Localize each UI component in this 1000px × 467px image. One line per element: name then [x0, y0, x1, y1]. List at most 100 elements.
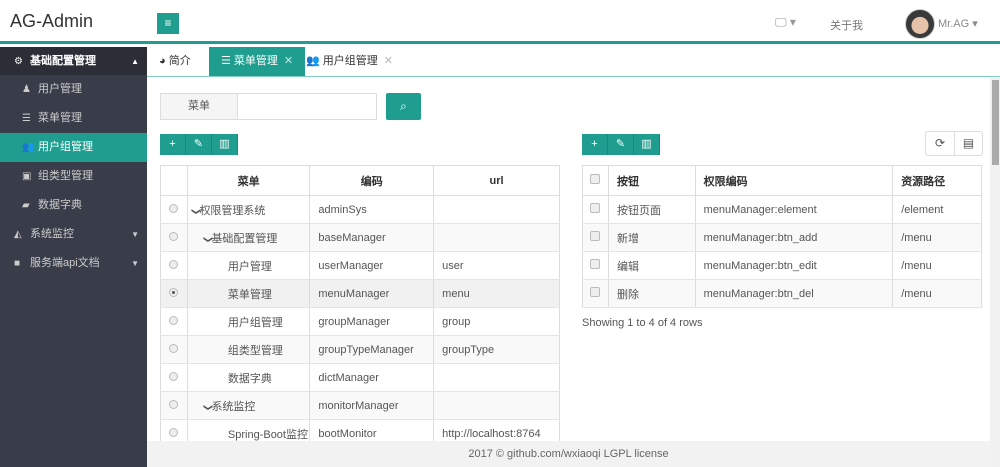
tab-label: 简介 — [168, 55, 191, 67]
row-radio[interactable] — [160, 391, 188, 420]
table-row[interactable]: 数据字典 dictManager — [160, 363, 560, 392]
app-logo[interactable]: AG-Admin — [10, 11, 93, 32]
sidebar-item-label: 用户管理 — [38, 83, 82, 95]
tab-group-manage[interactable]: 👥 用户组管理 ✕ — [294, 47, 405, 76]
columns-button[interactable]: ▤ — [954, 132, 982, 155]
menu-name-cell: 菜单管理 — [186, 279, 310, 308]
row-radio[interactable] — [160, 223, 188, 252]
col-menu: 菜单 — [186, 165, 310, 196]
menu-code-cell: baseManager — [309, 223, 434, 252]
add-menu-button[interactable]: + — [160, 134, 186, 155]
row-radio[interactable] — [160, 195, 188, 224]
element-code-cell: menuManager:btn_del — [694, 279, 893, 308]
tab-intro[interactable]: ◕ 简介 — [147, 47, 203, 76]
close-icon[interactable]: ✕ — [384, 55, 393, 67]
table-row[interactable]: 组类型管理 groupTypeManager groupType — [160, 335, 560, 364]
row-checkbox[interactable] — [582, 279, 609, 308]
element-code-cell: menuManager:btn_edit — [694, 251, 893, 280]
chevron-down-icon[interactable]: ❯ — [202, 403, 213, 411]
refresh-button[interactable]: ⟳ — [926, 132, 954, 155]
menu-name: 系统监控 — [211, 400, 256, 413]
menu-name-cell: ❯ 系统监控 — [186, 391, 310, 420]
sidebar-item-api-docs[interactable]: ■ 服务端api文档 ▼ — [0, 249, 147, 278]
table-row[interactable]: 按钮页面 menuManager:element/element — [582, 195, 982, 224]
users-icon: 👥 — [22, 142, 35, 153]
menu-url-cell — [433, 223, 560, 252]
close-icon[interactable]: ✕ — [284, 55, 293, 67]
element-toolbar: + ✎ ▥ — [582, 134, 660, 155]
element-name-cell: 编辑 — [607, 251, 696, 280]
sidebar-item-label: 服务端api文档 — [30, 257, 100, 269]
sidebar-item-base-config[interactable]: ⚙ 基础配置管理 ▲ — [0, 47, 147, 75]
row-radio[interactable] — [160, 335, 188, 364]
col-resource-path: 资源路径 — [892, 165, 982, 196]
element-name-cell: 按钮页面 — [607, 195, 696, 224]
menu-name: 数据字典 — [227, 372, 272, 385]
user-menu[interactable]: Mr.AG ▾ — [938, 17, 978, 30]
screen-dropdown-icon[interactable]: 🖵 ▾ — [775, 15, 796, 30]
footer: 2017 © github.com/wxiaoqi LGPL license — [147, 441, 990, 467]
menu-name: 用户管理 — [227, 260, 272, 273]
edit-element-button[interactable]: ✎ — [608, 134, 634, 155]
table-row[interactable]: 删除 menuManager:btn_del/menu — [582, 279, 982, 308]
list-icon: ☰ — [221, 55, 234, 67]
col-url: url — [433, 165, 560, 196]
table-row[interactable]: 用户管理 userManager user — [160, 251, 560, 280]
tab-label: 菜单管理 — [233, 55, 278, 67]
menu-url-cell — [433, 391, 560, 420]
sidebar-item-label: 菜单管理 — [38, 112, 82, 124]
col-select — [160, 165, 188, 196]
scrollbar-thumb[interactable] — [992, 80, 999, 165]
tab-menu-manage[interactable]: ☰ 菜单管理 ✕ — [209, 47, 306, 76]
delete-element-button[interactable]: ▥ — [634, 134, 660, 155]
delete-menu-button[interactable]: ▥ — [212, 134, 238, 155]
select-all-checkbox[interactable] — [582, 165, 609, 196]
table-row[interactable]: ❯ 权限管理系统 adminSys — [160, 195, 560, 224]
sidebar-item-menus[interactable]: ☰ 菜单管理 — [0, 104, 147, 133]
element-name-cell: 新增 — [607, 223, 696, 252]
row-radio[interactable] — [160, 251, 188, 280]
sidebar: ⚙ 基础配置管理 ▲ ♟ 用户管理 ☰ 菜单管理 👥 用户组管理 ▣ 组类型管理 ▰ 数据字典… — [0, 47, 147, 467]
sidebar-item-dictionary[interactable]: ▰ 数据字典 — [0, 191, 147, 220]
row-checkbox[interactable] — [582, 251, 609, 280]
sidebar-item-groups[interactable]: 👥 用户组管理 — [0, 133, 147, 162]
chevron-down-icon[interactable]: ❯ — [190, 207, 201, 215]
element-path-cell: /menu — [892, 223, 982, 252]
table-row[interactable]: 编辑 menuManager:btn_edit/menu — [582, 251, 982, 280]
area-chart-icon: ◭ — [14, 229, 22, 240]
avatar[interactable] — [905, 9, 935, 39]
row-radio[interactable] — [160, 363, 188, 392]
list-icon: ☰ — [22, 113, 31, 124]
row-checkbox[interactable] — [582, 223, 609, 252]
row-radio[interactable] — [160, 307, 188, 336]
menu-search-input[interactable] — [237, 93, 377, 120]
sidebar-item-users[interactable]: ♟ 用户管理 — [0, 75, 147, 104]
table-row[interactable]: ❯ 系统监控 monitorManager — [160, 391, 560, 420]
table-row[interactable]: 新增 menuManager:btn_add/menu — [582, 223, 982, 252]
search-button[interactable]: ⌕ — [386, 93, 421, 120]
menu-toggle-button[interactable]: ≡ — [157, 13, 179, 34]
sidebar-item-group-types[interactable]: ▣ 组类型管理 — [0, 162, 147, 191]
menu-name: Spring-Boot监控 — [227, 428, 308, 441]
row-radio[interactable] — [160, 279, 188, 308]
chevron-down-icon[interactable]: ❯ — [202, 235, 213, 243]
menu-table: 菜单 编码 url ❯ 权限管理系统 adminSys ❯ 基础配置管理 baseMana… — [160, 165, 560, 448]
col-permission-code: 权限编码 — [694, 165, 893, 196]
col-button: 按钮 — [607, 165, 696, 196]
menu-name: 权限管理系统 — [199, 204, 266, 217]
row-checkbox[interactable] — [582, 195, 609, 224]
search-icon: ⌕ — [400, 99, 407, 113]
table-row[interactable]: 菜单管理 menuManager menu — [160, 279, 560, 308]
sidebar-item-monitor[interactable]: ◭ 系统监控 ▼ — [0, 220, 147, 249]
caret-down-icon: ▼ — [131, 259, 139, 268]
sidebar-item-label: 系统监控 — [30, 228, 74, 240]
menu-url-cell — [433, 195, 560, 224]
edit-menu-button[interactable]: ✎ — [186, 134, 212, 155]
about-link[interactable]: 关于我 — [830, 17, 863, 33]
table-row[interactable]: 用户组管理 groupManager group — [160, 307, 560, 336]
menu-name-cell: 数据字典 — [186, 363, 310, 392]
dashboard-icon: ◕ — [159, 55, 169, 67]
add-element-button[interactable]: + — [582, 134, 608, 155]
menu-name-cell: 组类型管理 — [186, 335, 310, 364]
table-row[interactable]: ❯ 基础配置管理 baseManager — [160, 223, 560, 252]
